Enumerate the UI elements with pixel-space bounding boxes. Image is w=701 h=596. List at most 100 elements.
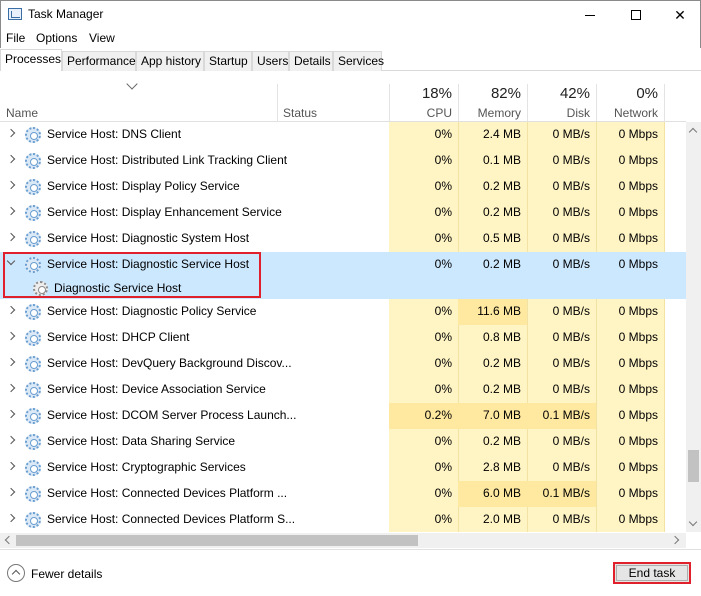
service-gear-icon: [25, 304, 41, 320]
chevron-right-icon[interactable]: [6, 409, 16, 419]
process-row[interactable]: Service Host: Connected Devices Platform…: [0, 481, 686, 507]
scroll-up-icon[interactable]: [688, 127, 698, 137]
menu-options[interactable]: Options: [36, 31, 77, 45]
tab-startup[interactable]: Startup: [204, 51, 252, 71]
scroll-left-icon[interactable]: [4, 535, 14, 545]
cpu-value: 0%: [434, 382, 452, 396]
chevron-right-icon[interactable]: [6, 513, 16, 523]
close-button[interactable]: ✕: [657, 1, 701, 29]
tab-processes[interactable]: Processes: [0, 49, 62, 71]
tab-details[interactable]: Details: [289, 51, 333, 71]
process-name: Service Host: Connected Devices Platform…: [47, 486, 288, 500]
memory-value: 0.2 MB: [482, 434, 521, 448]
column-memory[interactable]: 82% Memory: [458, 72, 527, 122]
menu-view[interactable]: View: [89, 31, 115, 45]
chevron-right-icon[interactable]: [6, 154, 16, 164]
chevron-right-icon[interactable]: [6, 435, 16, 445]
process-name: Service Host: Connected Devices Platform…: [47, 512, 296, 526]
process-row[interactable]: Service Host: DHCP Client 0% 0.8 MB 0 MB/s 0…: [0, 325, 686, 351]
cpu-value: 0%: [434, 460, 452, 474]
process-row[interactable]: Service Host: Display Policy Service 0% 0.…: [0, 174, 686, 200]
service-gear-icon: [25, 179, 41, 195]
cpu-value: 0%: [434, 231, 452, 245]
network-value: 0 Mbps: [618, 356, 658, 370]
menu-file[interactable]: File: [6, 31, 25, 45]
process-row[interactable]: Service Host: Device Association Service…: [0, 377, 686, 403]
chevron-right-icon[interactable]: [6, 180, 16, 190]
network-value: 0 Mbps: [618, 205, 658, 219]
chevron-up-circle-icon[interactable]: [7, 564, 25, 582]
column-status[interactable]: Status: [277, 72, 389, 122]
chevron-right-icon[interactable]: [6, 461, 16, 471]
memory-value: 0.2 MB: [482, 257, 521, 271]
horizontal-scrollbar[interactable]: [0, 533, 686, 548]
process-row[interactable]: Service Host: Diagnostic Policy Service 0…: [0, 299, 686, 325]
column-name[interactable]: Name: [0, 72, 277, 122]
process-name: Service Host: Display Policy Service: [47, 179, 240, 193]
memory-value: 2.8 MB: [482, 460, 521, 474]
column-name-label: Name: [6, 106, 39, 120]
memory-value: 0.2 MB: [482, 205, 521, 219]
column-cpu-label: CPU: [426, 106, 452, 120]
cpu-value: 0%: [434, 356, 452, 370]
chevron-right-icon[interactable]: [6, 357, 16, 367]
column-network[interactable]: 0% Network: [596, 72, 664, 122]
disk-value: 0 MB/s: [552, 231, 590, 245]
vertical-scrollbar[interactable]: [686, 122, 701, 532]
disk-value: 0.1 MB/s: [542, 408, 590, 422]
chevron-right-icon[interactable]: [6, 206, 16, 216]
cpu-value: 0%: [434, 330, 452, 344]
network-value: 0 Mbps: [618, 330, 658, 344]
chevron-right-icon[interactable]: [6, 487, 16, 497]
process-row[interactable]: Service Host: Connected Devices Platform…: [0, 507, 686, 532]
scroll-down-icon[interactable]: [688, 517, 698, 527]
chevron-right-icon[interactable]: [6, 232, 16, 242]
chevron-right-icon[interactable]: [6, 331, 16, 341]
cpu-value: 0.2%: [424, 408, 452, 422]
title-bar: Task Manager ✕: [0, 0, 701, 28]
tab-performance[interactable]: Performance: [62, 51, 136, 71]
process-row[interactable]: Service Host: Cryptographic Services 0% 2.…: [0, 455, 686, 481]
chevron-right-icon[interactable]: [6, 305, 16, 315]
maximize-button[interactable]: [613, 1, 659, 29]
cpu-value: 0%: [434, 153, 452, 167]
column-disk[interactable]: 42% Disk: [527, 72, 596, 122]
scroll-right-icon[interactable]: [670, 535, 680, 545]
end-task-button[interactable]: End task: [613, 562, 691, 584]
memory-value: 11.6 MB: [477, 304, 521, 318]
network-value: 0 Mbps: [618, 434, 658, 448]
end-task-label: End task: [616, 565, 688, 581]
horizontal-scroll-thumb[interactable]: [16, 535, 418, 546]
process-row[interactable]: Service Host: Display Enhancement Servic…: [0, 200, 686, 226]
memory-value: 0.2 MB: [482, 382, 521, 396]
process-name: Service Host: Distributed Link Tracking …: [47, 153, 288, 167]
process-name: Service Host: Data Sharing Service: [47, 434, 236, 448]
chevron-right-icon[interactable]: [6, 128, 16, 138]
highlight-annotation: [3, 252, 261, 298]
cpu-value: 0%: [434, 512, 452, 526]
process-row[interactable]: Service Host: Data Sharing Service 0% 0.2 …: [0, 429, 686, 455]
vertical-scroll-thumb[interactable]: [688, 450, 699, 482]
disk-value: 0 MB/s: [552, 205, 590, 219]
tab-services[interactable]: Services: [333, 51, 384, 71]
disk-value: 0 MB/s: [552, 153, 590, 167]
tab-users[interactable]: Users: [252, 51, 289, 71]
tab-app-history[interactable]: App history: [136, 51, 204, 71]
process-row[interactable]: Service Host: DevQuery Background Discov…: [0, 351, 686, 377]
close-icon: ✕: [674, 6, 686, 23]
fewer-details-link[interactable]: Fewer details: [31, 567, 102, 581]
menu-bar: File Options View: [0, 28, 701, 48]
cpu-value: 0%: [434, 127, 452, 141]
disk-value: 0.1 MB/s: [542, 486, 590, 500]
process-row[interactable]: Service Host: Diagnostic System Host 0% 0.…: [0, 226, 686, 252]
cpu-value: 0%: [434, 304, 452, 318]
column-network-label: Network: [613, 106, 658, 120]
chevron-right-icon[interactable]: [6, 383, 16, 393]
process-row[interactable]: Service Host: DCOM Server Process Launch…: [0, 403, 686, 429]
process-row[interactable]: Service Host: Distributed Link Tracking …: [0, 148, 686, 174]
sort-chevron-icon: [126, 78, 138, 90]
cpu-total-percent: 18%: [421, 85, 452, 102]
process-row[interactable]: Service Host: DNS Client 0% 2.4 MB 0 MB/s 0 …: [0, 122, 686, 148]
minimize-button[interactable]: [567, 1, 613, 29]
column-cpu[interactable]: 18% CPU: [389, 72, 458, 122]
